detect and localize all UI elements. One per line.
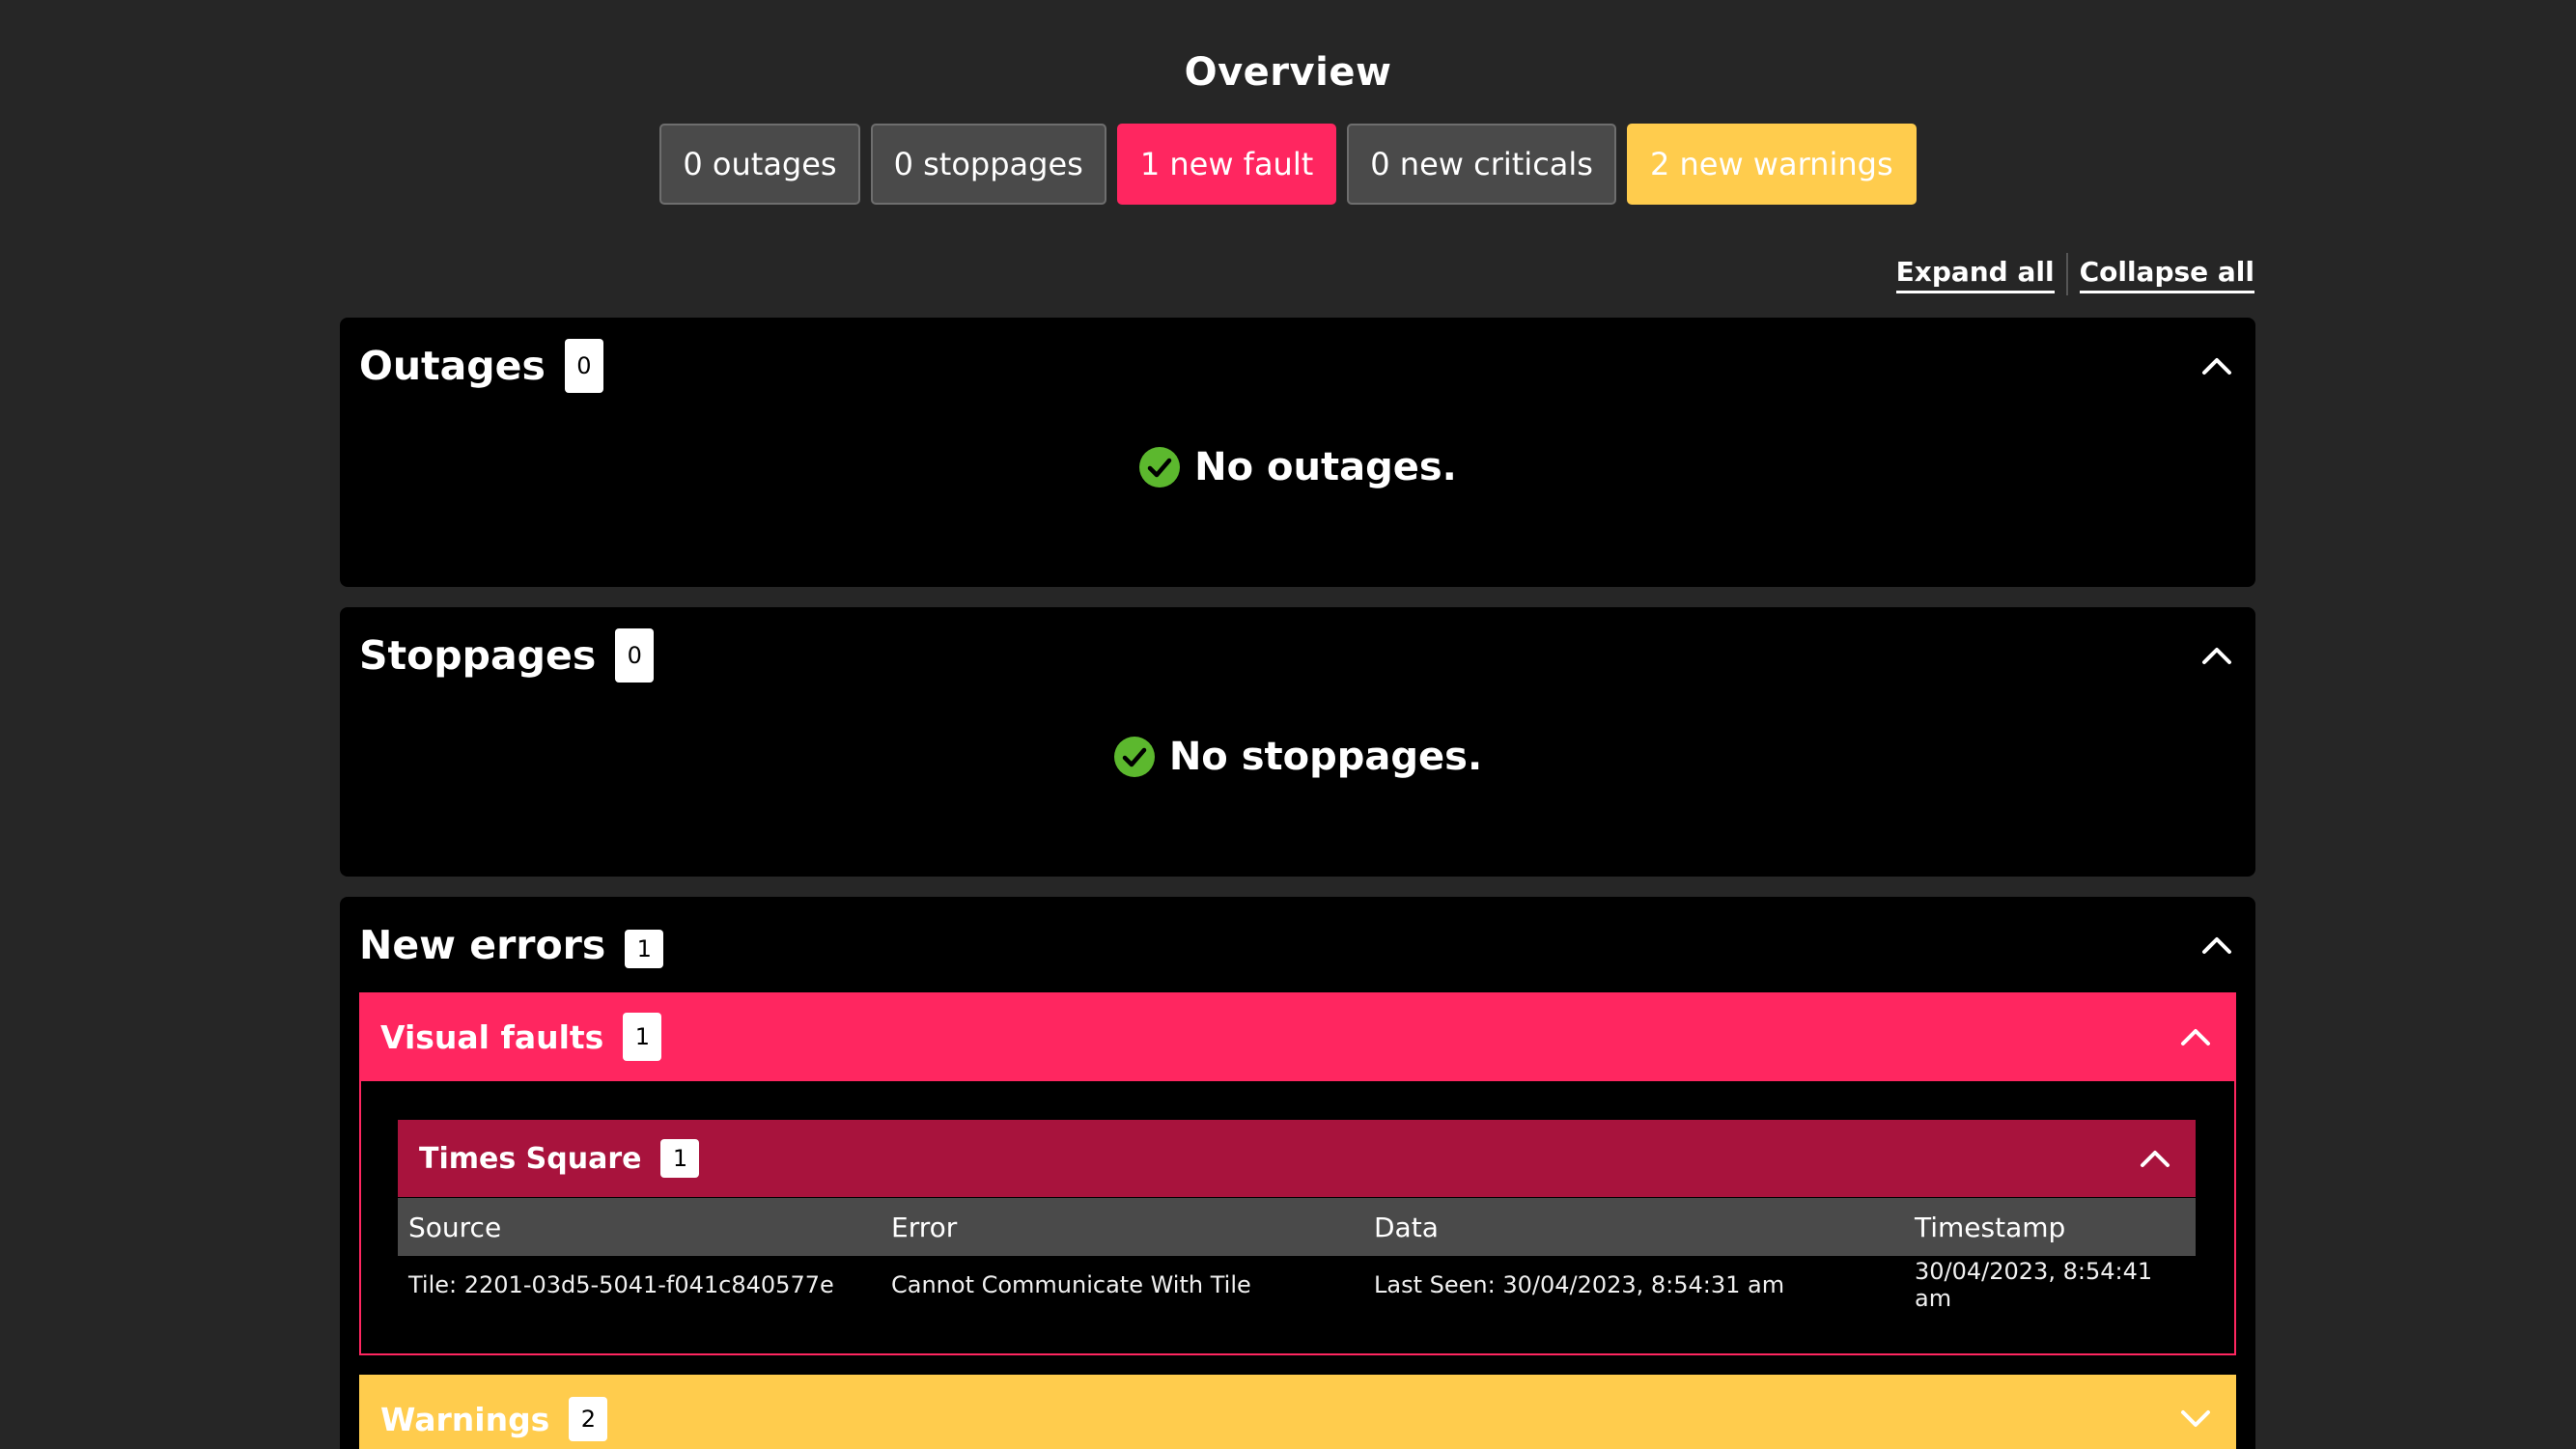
cell-data: Last Seen: 30/04/2023, 8:54:31 am	[1374, 1271, 1785, 1298]
stoppages-header[interactable]: Stoppages 0	[359, 607, 2236, 704]
errors-table-header: Source Error Data Timestamp	[398, 1198, 2196, 1256]
errors-table: Source Error Data Timestamp Tile: 2201-0…	[398, 1198, 2196, 1314]
summary-bar: 0 outages 0 stoppages 1 new fault 0 new …	[0, 124, 2576, 205]
divider	[2065, 253, 2068, 295]
stoppages-empty-message: No stoppages.	[340, 735, 2255, 779]
column-header-error: Error	[881, 1198, 1363, 1256]
outages-header[interactable]: Outages 0	[359, 318, 2236, 414]
times-square-title: Times Square	[419, 1141, 642, 1176]
new-errors-count-badge: 1	[625, 930, 664, 968]
column-header-timestamp: Timestamp	[1904, 1198, 2196, 1256]
warnings-summary-button[interactable]: 2 new warnings	[1626, 124, 1917, 205]
warnings-count-badge: 2	[569, 1397, 608, 1441]
cell-timestamp: 30/04/2023, 8:54:41 am	[1915, 1258, 2153, 1312]
outages-summary-button[interactable]: 0 outages	[659, 124, 860, 205]
cell-source: Tile: 2201-03d5-5041-f041c840577e	[408, 1271, 834, 1298]
outages-section: Outages 0 No outages.	[340, 318, 2255, 587]
collapse-all-link[interactable]: Collapse all	[2079, 256, 2254, 293]
new-errors-header[interactable]: New errors 1	[359, 897, 2236, 993]
expand-collapse-controls: Expand all Collapse all	[1895, 253, 2254, 295]
stoppages-count-badge: 0	[615, 628, 655, 683]
times-square-count-badge: 1	[660, 1139, 700, 1178]
stoppages-empty-text: No stoppages.	[1168, 735, 1483, 779]
outages-empty-text: No outages.	[1194, 445, 1457, 489]
outages-count-badge: 0	[564, 339, 603, 393]
chevron-up-icon[interactable]	[2198, 636, 2236, 675]
criticals-summary-button[interactable]: 0 new criticals	[1347, 124, 1616, 205]
overview-page: Overview 0 outages 0 stoppages 1 new fau…	[0, 0, 2576, 1449]
chevron-down-icon[interactable]	[2176, 1400, 2215, 1438]
column-header-data: Data	[1363, 1198, 1904, 1256]
stoppages-section: Stoppages 0 No stoppages.	[340, 607, 2255, 877]
check-circle-icon	[1138, 446, 1181, 488]
outages-empty-message: No outages.	[340, 445, 2255, 489]
times-square-header[interactable]: Times Square 1	[398, 1120, 2196, 1197]
chevron-up-icon[interactable]	[2198, 926, 2236, 964]
faults-summary-button[interactable]: 1 new fault	[1116, 124, 1337, 205]
column-header-source: Source	[398, 1198, 881, 1256]
stoppages-summary-button[interactable]: 0 stoppages	[870, 124, 1106, 205]
table-row: Tile: 2201-03d5-5041-f041c840577e Cannot…	[398, 1256, 2196, 1314]
warnings-title: Warnings	[380, 1400, 550, 1438]
visual-faults-count-badge: 1	[623, 1013, 662, 1061]
chevron-up-icon[interactable]	[2198, 347, 2236, 385]
warnings-header[interactable]: Warnings 2	[359, 1375, 2236, 1449]
stoppages-title: Stoppages	[359, 632, 597, 679]
chevron-up-icon[interactable]	[2136, 1139, 2174, 1178]
outages-title: Outages	[359, 343, 546, 389]
expand-all-link[interactable]: Expand all	[1895, 256, 2055, 293]
visual-faults-header[interactable]: Visual faults 1	[359, 992, 2236, 1081]
check-circle-icon	[1113, 736, 1156, 778]
cell-error: Cannot Communicate With Tile	[891, 1271, 1251, 1298]
page-title: Overview	[1184, 50, 1392, 95]
new-errors-title: New errors	[359, 922, 606, 968]
chevron-up-icon[interactable]	[2176, 1017, 2215, 1056]
visual-faults-title: Visual faults	[380, 1017, 604, 1056]
